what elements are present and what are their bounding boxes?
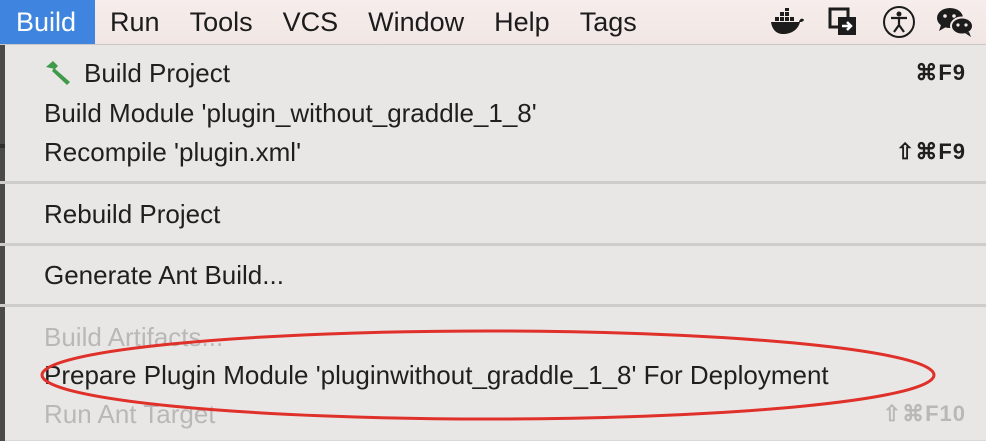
menu-help[interactable]: Help [479, 0, 565, 44]
menu-item-build-artifacts: Build Artifacts... [44, 318, 966, 356]
menu-item-recompile[interactable]: Recompile 'plugin.xml' ⇧⌘F9 [44, 133, 966, 171]
hammer-icon [46, 61, 70, 85]
menu-item-build-project[interactable]: Build Project ⌘F9 [44, 54, 966, 92]
shortcut-label: ⇧⌘F10 [882, 401, 966, 426]
menu-item-prepare-plugin-module[interactable]: Prepare Plugin Module 'pluginwithout_gra… [44, 356, 966, 394]
menu-bar: Build Run Tools VCS Window Help Tags [0, 0, 986, 44]
menu-item-build-module[interactable]: Build Module 'plugin_without_graddle_1_8… [44, 94, 966, 132]
accessibility-icon[interactable] [880, 3, 918, 41]
menu-item-label: Run Ant Target [44, 398, 216, 429]
menu-run[interactable]: Run [95, 0, 175, 44]
menu-item-label: Recompile 'plugin.xml' [44, 136, 302, 167]
menu-item-label: Build Artifacts... [44, 321, 224, 352]
menu-separator [0, 304, 986, 307]
menu-item-label: Rebuild Project [44, 198, 221, 229]
menu-tools[interactable]: Tools [175, 0, 268, 44]
menu-item-run-ant-target: Run Ant Target ⇧⌘F10 [44, 395, 966, 433]
screen-mirror-icon[interactable] [824, 3, 862, 41]
menu-item-generate-ant-build[interactable]: Generate Ant Build... [44, 256, 966, 294]
menu-item-label: Generate Ant Build... [44, 259, 284, 290]
menu-separator [0, 243, 986, 246]
menu-vcs[interactable]: VCS [268, 0, 354, 44]
menu-item-label: Build Module 'plugin_without_graddle_1_8… [44, 97, 537, 128]
docker-icon[interactable] [768, 3, 806, 41]
menu-build[interactable]: Build [0, 0, 96, 44]
menu-tags[interactable]: Tags [565, 0, 652, 44]
shortcut-label: ⇧⌘F9 [895, 139, 966, 164]
menu-window[interactable]: Window [353, 0, 479, 44]
build-menu-dropdown: Build Project ⌘F9 Build Module 'plugin_w… [0, 44, 986, 441]
menu-item-rebuild-project[interactable]: Rebuild Project [44, 195, 966, 233]
wechat-icon[interactable] [936, 3, 974, 41]
status-tray [750, 0, 974, 44]
shortcut-label: ⌘F9 [915, 60, 966, 85]
menu-item-label: Prepare Plugin Module 'pluginwithout_gra… [44, 359, 829, 390]
menu-item-label: Build Project [84, 57, 230, 88]
menu-separator [0, 181, 986, 184]
